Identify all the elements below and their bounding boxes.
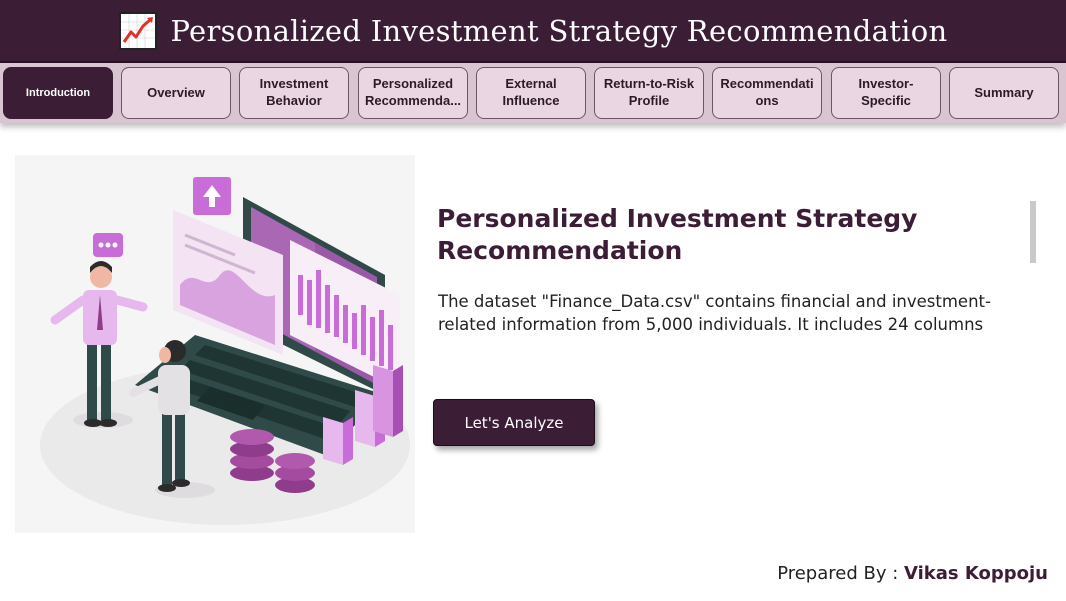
- lets-analyze-button[interactable]: Let's Analyze: [433, 399, 595, 446]
- chart-increasing-icon: [118, 11, 157, 50]
- tab-investment-behavior[interactable]: Investment Behavior: [239, 67, 349, 119]
- tab-personalized-recommendations[interactable]: Personalized Recommenda...: [358, 67, 468, 119]
- tab-overview[interactable]: Overview: [121, 67, 231, 119]
- page-title: Personalized Investment Strategy Recomme…: [170, 13, 948, 48]
- dataset-description: The dataset "Finance_Data.csv" contains …: [438, 292, 991, 334]
- author-name: Vikas Koppoju: [904, 563, 1048, 584]
- tab-introduction[interactable]: Introduction: [3, 67, 113, 119]
- tab-investor-specific[interactable]: Investor-Specific: [831, 67, 941, 119]
- section-title: Personalized Investment Strategy Recomme…: [437, 204, 918, 265]
- tab-return-to-risk-profile[interactable]: Return-to-Risk Profile: [594, 67, 704, 119]
- tab-recommendations[interactable]: Recommendati ons: [712, 67, 822, 119]
- prepared-by-label: Prepared By :: [777, 563, 904, 584]
- tab-external-influence[interactable]: External Influence: [476, 67, 586, 119]
- prepared-by: Prepared By : Vikas Koppoju: [777, 563, 1048, 584]
- app-header: Personalized Investment Strategy Recomme…: [0, 0, 1066, 63]
- scrollbar[interactable]: [1030, 201, 1036, 263]
- investment-illustration: [15, 155, 415, 533]
- tab-bar: Introduction Overview Investment Behavio…: [0, 63, 1066, 123]
- tab-summary[interactable]: Summary: [949, 67, 1059, 119]
